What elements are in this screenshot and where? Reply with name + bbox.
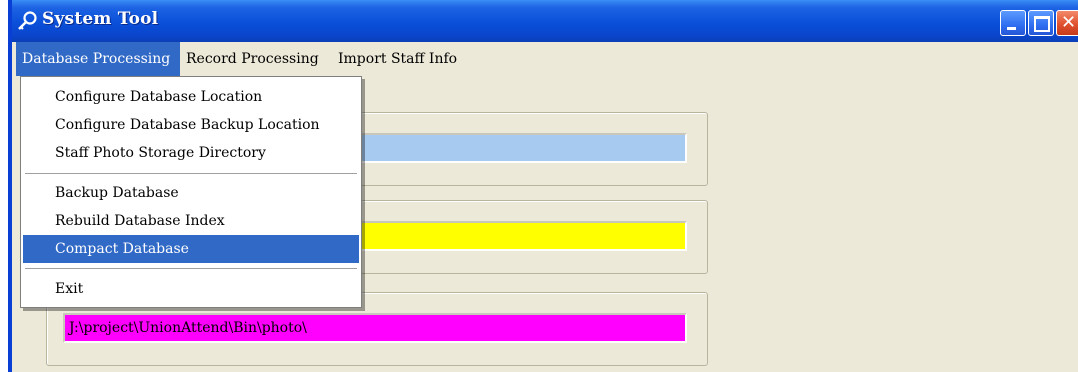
menu-bar: Database Processing Record Processing Im… bbox=[12, 42, 1078, 76]
key-icon bbox=[18, 11, 37, 30]
menu-database-processing[interactable]: Database Processing bbox=[16, 42, 180, 76]
menu-record-processing[interactable]: Record Processing bbox=[180, 42, 325, 76]
menu-item-configure-database-location[interactable]: Configure Database Location bbox=[23, 83, 359, 111]
database-processing-dropdown: Configure Database Location Configure Da… bbox=[20, 76, 362, 308]
close-icon: ✕ bbox=[1061, 12, 1077, 33]
window-title: System Tool bbox=[42, 9, 159, 29]
menu-item-staff-photo-directory[interactable]: Staff Photo Storage Directory bbox=[23, 139, 359, 167]
minimize-button[interactable] bbox=[1000, 10, 1026, 36]
app-window: System Tool ✕ Database Processing Record… bbox=[8, 0, 1078, 372]
close-button[interactable]: ✕ bbox=[1056, 10, 1078, 36]
menu-separator bbox=[25, 173, 357, 175]
menu-item-rebuild-index[interactable]: Rebuild Database Index bbox=[23, 207, 359, 235]
photo-directory-field[interactable]: J:\project\UnionAttend\Bin\photo\ bbox=[63, 313, 687, 343]
menu-separator bbox=[25, 268, 357, 270]
menu-item-configure-backup-location[interactable]: Configure Database Backup Location bbox=[23, 111, 359, 139]
title-bar[interactable]: System Tool ✕ bbox=[12, 0, 1078, 42]
menu-item-exit[interactable]: Exit bbox=[23, 275, 359, 303]
menu-import-staff-info[interactable]: Import Staff Info bbox=[332, 42, 463, 76]
menu-item-compact-database[interactable]: Compact Database bbox=[23, 235, 359, 263]
maximize-button[interactable] bbox=[1028, 10, 1054, 36]
menu-item-backup-database[interactable]: Backup Database bbox=[23, 179, 359, 207]
